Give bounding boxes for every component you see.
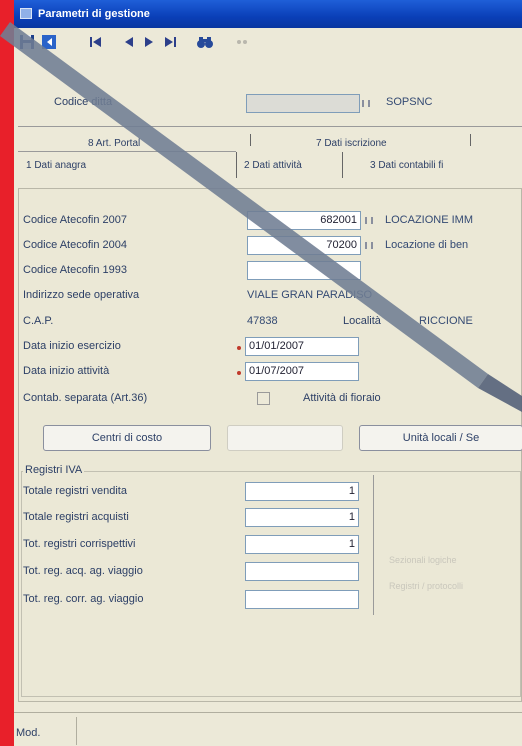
reg-acq-viaggio-field[interactable]: [245, 562, 359, 581]
window-title: Parametri di gestione: [38, 8, 150, 20]
tab-row-line: [18, 151, 236, 152]
status-divider: [76, 717, 77, 745]
ditta-name: SOPSNC: [386, 96, 433, 108]
save-icon[interactable]: [18, 34, 36, 50]
reg-corr-viaggio-label: Tot. reg. corr. ag. viaggio: [23, 593, 144, 605]
unita-locali-button[interactable]: Unità locali / Se: [359, 425, 522, 451]
indirizzo-value: VIALE GRAN PARADISO: [247, 289, 373, 301]
codice-ditta-label: Codice ditta: [54, 96, 113, 108]
centri-costo-button[interactable]: Centri di costo: [43, 425, 211, 451]
tab-dati-iscrizione[interactable]: 7 Dati iscrizione: [316, 138, 387, 149]
status-mode: Mod.: [16, 727, 41, 739]
tab-separator: [342, 152, 343, 178]
required-marker: [237, 346, 241, 350]
last-record-icon[interactable]: [162, 34, 178, 50]
localita-label: Località: [343, 315, 381, 327]
inizio-attivita-field[interactable]: 01/07/2007: [245, 362, 359, 381]
registri-acquisti-label: Totale registri acquisti: [23, 511, 129, 523]
contab-separata-label: Contab. separata (Art.36): [23, 392, 148, 404]
tab-art-portal[interactable]: 8 Art. Portal: [88, 138, 140, 149]
cap-label: C.A.P.: [23, 315, 54, 327]
first-record-icon[interactable]: [88, 34, 104, 50]
inizio-attivita-label: Data inizio attività: [23, 365, 110, 377]
contab-separata-checkbox[interactable]: [257, 392, 270, 405]
registri-acquisti-field[interactable]: 1: [245, 508, 359, 527]
registri-corrispettivi-field[interactable]: 1: [245, 535, 359, 554]
window: Parametri di gestione Codice ditta SOPSN…: [14, 0, 522, 746]
binoculars-icon[interactable]: [196, 34, 214, 50]
ateco2007-description: LOCAZIONE IMM: [385, 214, 474, 226]
codice-ditta-field[interactable]: [246, 94, 360, 113]
ateco2007-label: Codice Atecofin 2007: [23, 214, 127, 226]
reg-corr-viaggio-field[interactable]: [245, 590, 359, 609]
registri-corrispettivi-label: Tot. registri corrispettivi: [23, 538, 136, 550]
ateco1993-field[interactable]: [247, 261, 361, 280]
tab-separator: [236, 152, 237, 178]
next-record-icon[interactable]: [142, 34, 156, 50]
toolbar: [14, 30, 522, 56]
exit-icon[interactable]: [40, 34, 58, 50]
registri-divider: [373, 475, 374, 615]
tab-dati-anagrafici[interactable]: 1 Dati anagra: [26, 160, 86, 171]
indirizzo-label: Indirizzo sede operativa: [23, 289, 140, 301]
required-marker: [237, 371, 241, 375]
faint-option-1: Sezionali logiche: [389, 555, 457, 565]
ateco2007-field[interactable]: 682001: [247, 211, 361, 230]
tab-dati-attivita[interactable]: 2 Dati attività: [244, 160, 302, 171]
registri-vendita-label: Totale registri vendita: [23, 485, 127, 497]
tab-separator: [250, 134, 251, 146]
disabled-button: [227, 425, 343, 451]
ateco1993-label: Codice Atecofin 1993: [23, 264, 127, 276]
lookup-marker: [362, 100, 370, 107]
cap-value: 47838: [247, 315, 278, 327]
previous-record-icon[interactable]: [122, 34, 136, 50]
reg-acq-viaggio-label: Tot. reg. acq. ag. viaggio: [23, 565, 143, 577]
fioraio-label: Attività di fioraio: [303, 392, 381, 404]
ateco2004-description: Locazione di ben: [385, 239, 469, 251]
inizio-esercizio-label: Data inizio esercizio: [23, 340, 121, 352]
ateco2004-label: Codice Atecofin 2004: [23, 239, 127, 251]
tab-separator: [470, 134, 471, 146]
localita-value: RICCIONE: [419, 315, 473, 327]
registri-iva-label: Registri IVA: [23, 464, 85, 476]
title-bar: Parametri di gestione: [14, 0, 522, 28]
lookup-marker: [365, 217, 373, 224]
status-bar: Mod.: [14, 712, 522, 746]
tab-panel: Codice Atecofin 2007 682001 LOCAZIONE IM…: [18, 188, 522, 702]
lookup-marker: [365, 242, 373, 249]
tab-dati-contabili[interactable]: 3 Dati contabili fi: [370, 160, 443, 171]
faint-option-2: Registri / protocolli: [389, 581, 464, 591]
registri-vendita-field[interactable]: 1: [245, 482, 359, 501]
tab-top-line: [18, 126, 522, 127]
ateco2004-field[interactable]: 70200: [247, 236, 361, 255]
disabled-icon: [234, 34, 250, 50]
app-icon: [20, 8, 32, 19]
inizio-esercizio-field[interactable]: 01/01/2007: [245, 337, 359, 356]
